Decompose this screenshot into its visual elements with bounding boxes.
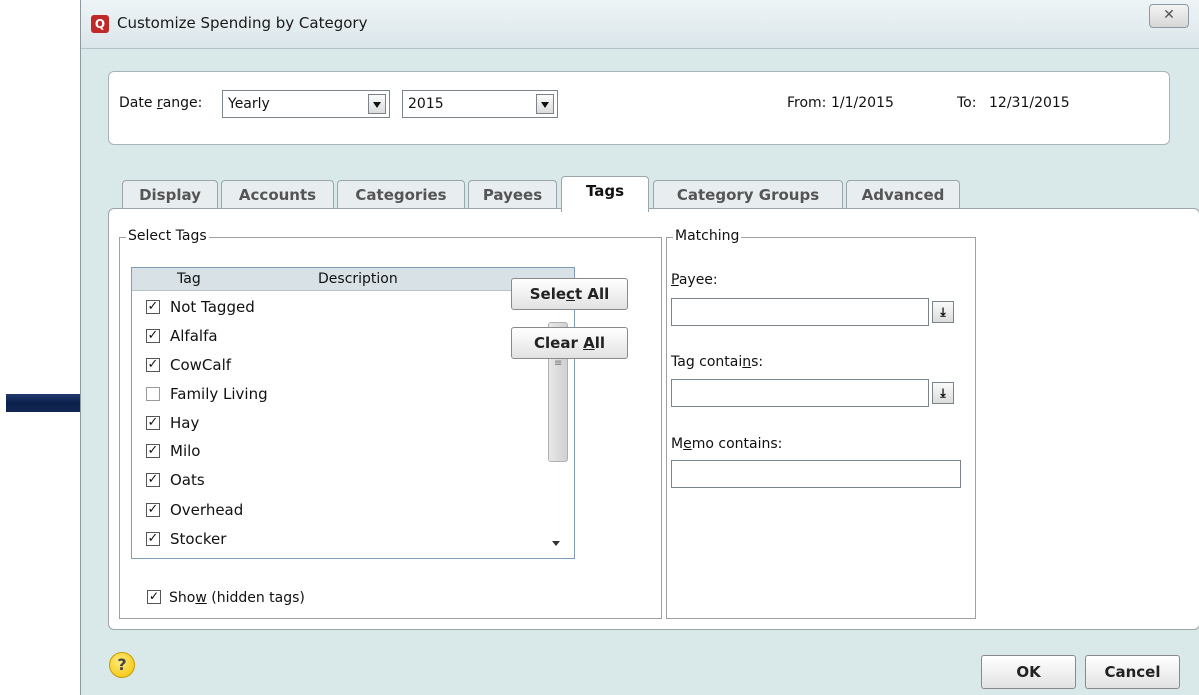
ok-button[interactable]: OK [981,655,1076,689]
date-range-label: Date range: [119,95,203,111]
chevron-down-icon[interactable] [368,94,386,114]
clear-all-button[interactable]: Clear All [511,327,628,359]
tab-categories[interactable]: Categories [337,180,465,210]
from-label: From: [787,95,827,111]
tag-picker-icon[interactable]: ⤓ [932,382,954,404]
select-tags-label: Select Tags [126,228,209,244]
checkbox[interactable]: ✓ [146,532,160,546]
checkbox[interactable]: ✓ [146,444,160,458]
help-icon[interactable]: ? [109,652,135,678]
tag-row[interactable]: ✓ Milo [146,440,466,464]
close-button[interactable]: ✕ [1149,4,1189,28]
tag-name: Alfalfa [170,327,218,345]
from-date: 1/1/2015 [831,95,894,111]
tag-name: Family Living [170,385,268,403]
tag-contains-label: Tag contains: [671,354,764,370]
tag-name: Overhead [170,501,244,519]
tag-row[interactable]: ✓ Not Tagged [146,296,466,320]
chevron-down-icon[interactable] [536,94,554,114]
year-value: 2015 [408,96,444,112]
checkbox[interactable]: ✓ [146,473,160,487]
checkbox[interactable]: ✓ [146,300,160,314]
dialog-window: Q Customize Spending by Category ✕ Date … [80,0,1199,695]
scroll-down-icon[interactable] [552,541,560,546]
column-header-description[interactable]: Description [318,271,398,287]
window-title: Customize Spending by Category [117,14,368,32]
tag-contains-input[interactable] [671,379,929,407]
payee-input[interactable] [671,298,929,326]
year-select[interactable]: 2015 [402,90,558,118]
date-range-panel: Date range: Yearly 2015 From: 1/1/2015 T… [108,71,1170,145]
show-hidden-label: Show (hidden tags) [169,590,305,606]
tab-display[interactable]: Display [122,180,218,210]
checkbox[interactable]: ✓ [146,329,160,343]
tag-row[interactable]: Family Living [146,383,466,407]
period-value: Yearly [228,96,270,112]
payee-label: Payee: [671,272,718,288]
matching-group: Matching [666,228,976,619]
tab-payees[interactable]: Payees [468,180,557,210]
checkbox[interactable] [146,387,160,401]
grip-icon: ≡ [554,358,563,369]
payee-picker-icon[interactable]: ⤓ [932,301,954,323]
memo-contains-label: Memo contains: [671,436,783,452]
tag-name: Milo [170,442,201,460]
checkbox[interactable]: ✓ [146,358,160,372]
tag-row[interactable]: ✓ Stocker [146,528,466,552]
tag-list-header: Tag Description [132,268,574,291]
title-bar: Q Customize Spending by Category ✕ [81,0,1199,49]
checkbox[interactable]: ✓ [146,416,160,430]
tag-name: CowCalf [170,356,232,374]
tag-list: Tag Description ✓ Not Tagged ✓ Alfalfa ✓ Co… [131,267,575,559]
tab-advanced[interactable]: Advanced [846,180,960,210]
tag-row[interactable]: ✓ Alfalfa [146,325,466,349]
memo-contains-input[interactable] [671,460,961,488]
tag-name: Hay [170,414,200,432]
matching-label: Matching [673,228,742,244]
show-hidden-checkbox[interactable]: ✓ [147,590,161,604]
tag-row[interactable]: ✓ CowCalf [146,354,466,378]
tag-name: Stocker [170,530,227,548]
quicken-app-icon: Q [91,15,109,33]
to-date: 12/31/2015 [989,95,1070,111]
tag-row[interactable]: ✓ Oats [146,469,466,493]
select-all-button[interactable]: Select All [511,278,628,310]
period-select[interactable]: Yearly [222,90,390,118]
tab-category-groups[interactable]: Category Groups [653,180,843,210]
tag-row[interactable]: ✓ Hay [146,412,466,436]
tab-accounts[interactable]: Accounts [221,180,334,210]
tag-name: Not Tagged [170,298,255,316]
tag-row[interactable]: ✓ Overhead [146,499,466,523]
tag-name: Oats [170,471,205,489]
column-header-tag[interactable]: Tag [177,271,201,287]
checkbox[interactable]: ✓ [146,503,160,517]
cancel-button[interactable]: Cancel [1085,655,1180,689]
tab-tags[interactable]: Tags [561,176,649,212]
to-label: To: [957,95,977,111]
